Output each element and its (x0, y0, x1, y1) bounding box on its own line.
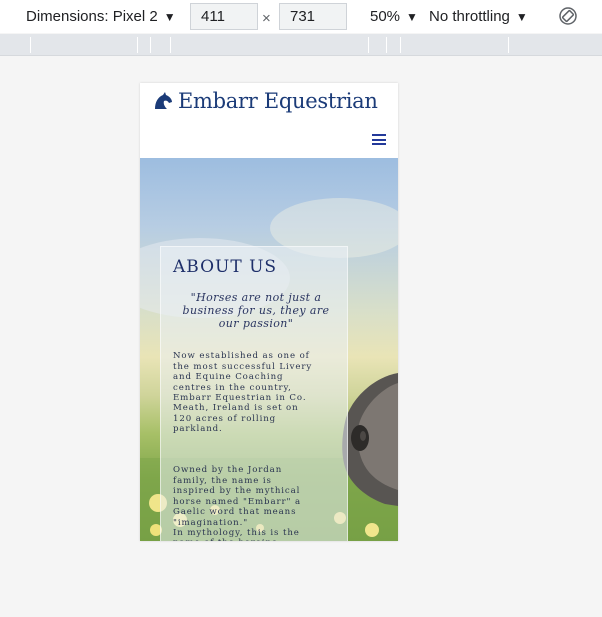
brand-name: Embarr Equestrian (178, 89, 378, 113)
media-query-ruler[interactable] (0, 34, 602, 56)
chevron-down-icon: ▼ (163, 9, 176, 24)
device-dimensions-dropdown[interactable]: Dimensions: Pixel 2 ▼ (26, 0, 176, 33)
about-paragraph-1: Now established as one of the most succe… (173, 351, 313, 435)
rotate-icon[interactable] (558, 6, 578, 26)
about-us-panel: ABOUT US "Horses are not just a business… (160, 246, 348, 541)
hamburger-menu-icon[interactable] (372, 134, 386, 145)
about-body: Now established as one of the most succe… (173, 341, 343, 541)
chevron-down-icon: ▼ (406, 9, 418, 24)
about-us-title: ABOUT US (173, 257, 278, 277)
zoom-dropdown[interactable]: 50% ▼ (370, 0, 418, 33)
zoom-label: 50% (370, 8, 401, 25)
viewport-height-input[interactable]: 731 (279, 3, 347, 30)
about-quote: "Horses are not just a business for us, … (182, 291, 330, 330)
devtools-device-toolbar: Dimensions: Pixel 2 ▼ 411 × 731 50% ▼ No… (0, 0, 602, 33)
device-dimensions-label: Dimensions: Pixel 2 (26, 8, 158, 25)
dimension-separator: × (262, 9, 271, 27)
throttling-dropdown[interactable]: No throttling ▼ (429, 0, 528, 33)
viewport-width-input[interactable]: 411 (190, 3, 258, 30)
chevron-down-icon: ▼ (515, 9, 528, 24)
horse-logo-icon (155, 92, 172, 109)
about-paragraph-2: Owned by the Jordan family, the name is … (173, 465, 301, 541)
hero-background: ABOUT US "Horses are not just a business… (140, 158, 398, 541)
throttling-label: No throttling (429, 8, 510, 25)
device-viewport: Embarr Equestrian ABOUT US "Horses are n… (140, 83, 398, 541)
site-brand[interactable]: Embarr Equestrian (152, 89, 378, 113)
